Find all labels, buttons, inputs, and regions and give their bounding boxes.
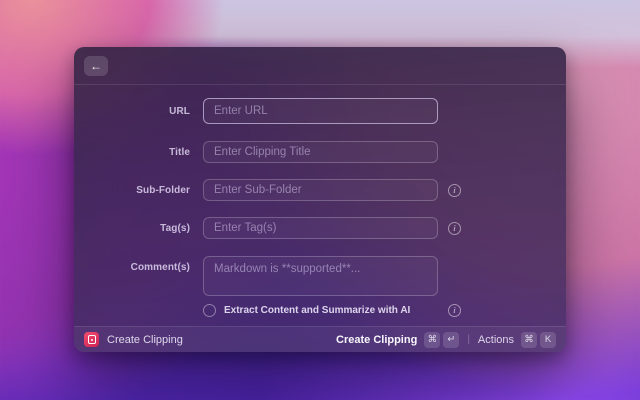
clipping-glyph-icon [87, 335, 96, 344]
form-row-url: URL [74, 98, 566, 124]
dialog-footer: Create Clipping Create Clipping ⌘ ↵ | Ac… [74, 326, 566, 352]
create-clipping-button[interactable]: Create Clipping ⌘ ↵ [336, 331, 460, 348]
footer-app-identity: Create Clipping [84, 332, 183, 347]
command-key-icon: ⌘ [521, 331, 537, 348]
create-clipping-dialog: ← URL Title Sub-Folder i Tag(s) i Commen… [74, 47, 566, 352]
actions-menu-button[interactable]: Actions ⌘ K [477, 331, 556, 348]
dialog-header: ← [74, 47, 566, 85]
url-input[interactable] [203, 98, 438, 124]
comments-label: Comment(s) [130, 262, 190, 273]
tags-label: Tag(s) [160, 222, 190, 234]
ai-summarize-info-icon[interactable]: i [448, 304, 461, 317]
comments-textarea[interactable] [203, 256, 438, 296]
footer-app-name: Create Clipping [107, 333, 183, 346]
title-label: Title [169, 146, 190, 158]
actions-button-label: Actions [477, 333, 514, 346]
footer-actions-divider: | [467, 334, 470, 345]
form-row-subfolder: Sub-Folder [74, 179, 566, 201]
command-key-icon: ⌘ [424, 331, 441, 348]
back-button[interactable]: ← [84, 56, 108, 76]
subfolder-label: Sub-Folder [136, 184, 190, 196]
title-input[interactable] [203, 141, 438, 163]
tags-input[interactable] [203, 217, 438, 239]
footer-actions: Create Clipping ⌘ ↵ | Actions ⌘ K [336, 331, 556, 348]
desktop-wallpaper: { "window": { "header": { "back_icon": "… [0, 0, 640, 400]
ai-summarize-label: Extract Content and Summarize with AI [224, 304, 411, 316]
return-key-icon: ↵ [443, 331, 460, 348]
ai-summarize-checkbox[interactable] [203, 303, 216, 317]
subfolder-info-icon[interactable]: i [448, 184, 461, 197]
form-row-ai-checkbox: Extract Content and Summarize with AI [74, 303, 566, 317]
k-key-icon: K [540, 331, 556, 348]
app-logo-icon [84, 332, 99, 347]
tags-info-icon[interactable]: i [448, 222, 461, 235]
back-arrow-icon: ← [90, 59, 102, 73]
url-label: URL [169, 105, 190, 117]
form-row-title: Title [74, 141, 566, 163]
create-clipping-button-label: Create Clipping [336, 333, 418, 346]
form-row-tags: Tag(s) [74, 217, 566, 239]
subfolder-input[interactable] [203, 179, 438, 201]
form-row-comments: Comment(s) [74, 256, 566, 296]
